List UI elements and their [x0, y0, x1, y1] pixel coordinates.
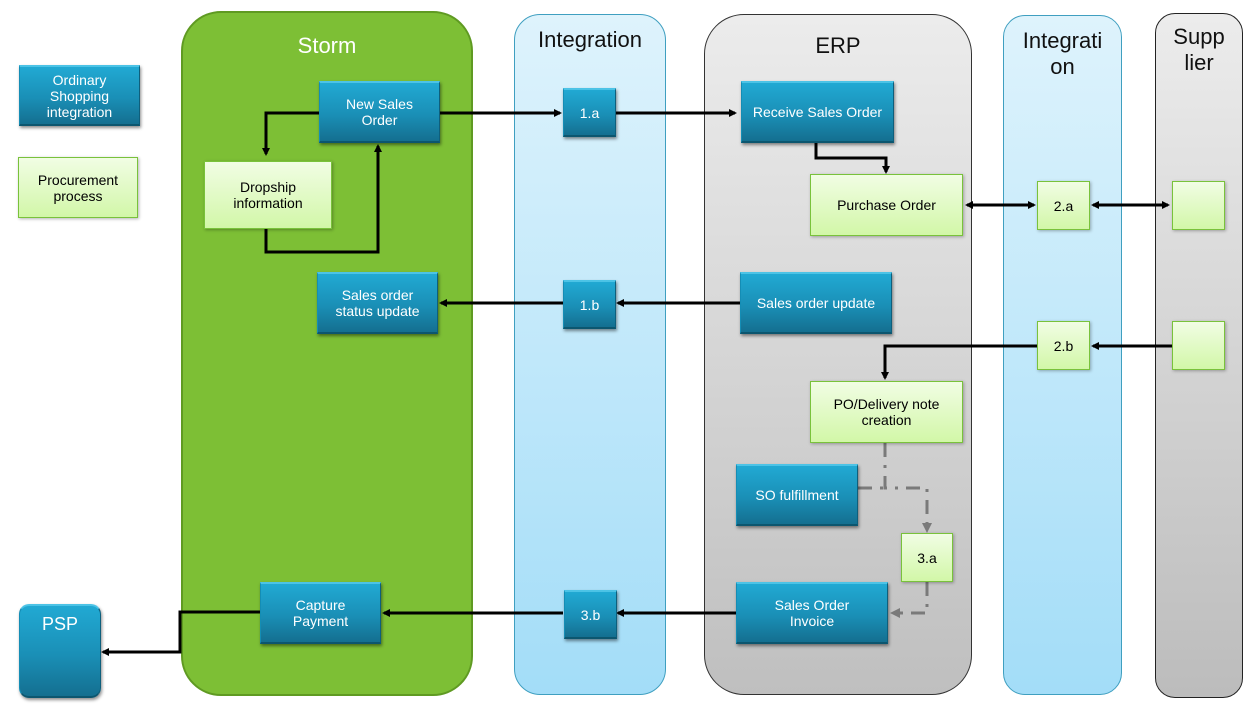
node-label: 2.b: [1053, 337, 1074, 354]
lane-title-integration: Integration: [538, 27, 642, 52]
legend-label: Procurement process: [37, 171, 119, 204]
node-label: PSP: [41, 614, 79, 634]
node-sales-order-invoice[interactable]: Sales Order Invoice: [736, 582, 888, 644]
node-po-delivery-note-creation[interactable]: PO/Delivery note creation: [810, 381, 963, 443]
node-step-1b[interactable]: 1.b: [563, 280, 616, 329]
node-so-fulfillment[interactable]: SO fulfillment: [736, 464, 858, 526]
node-step-2a[interactable]: 2.a: [1037, 181, 1090, 230]
node-label: Purchase Order: [837, 197, 936, 213]
lane-title-supplier: Supp lier: [1156, 24, 1242, 77]
node-label: Sales Order Invoice: [774, 597, 850, 629]
node-label: Sales order update: [756, 295, 876, 311]
node-sales-order-status-update[interactable]: Sales order status update: [317, 272, 438, 334]
node-label: 1.b: [579, 296, 600, 313]
node-new-sales-order[interactable]: New Sales Order: [319, 81, 440, 143]
legend-ordinary-shopping: Ordinary Shopping integration: [19, 65, 140, 126]
node-label: New Sales Order: [346, 96, 413, 128]
node-step-3a[interactable]: 3.a: [901, 533, 953, 582]
lane-title-line: lier: [1184, 50, 1214, 76]
node-psp[interactable]: PSP: [19, 604, 101, 698]
lane-title-line: on: [1050, 54, 1075, 80]
node-label: 2.a: [1053, 197, 1074, 214]
node-receive-sales-order[interactable]: Receive Sales Order: [741, 81, 894, 143]
node-label: Capture Payment: [292, 597, 349, 629]
node-step-1a[interactable]: 1.a: [563, 88, 616, 137]
node-capture-payment[interactable]: Capture Payment: [260, 582, 381, 644]
legend-label: Ordinary Shopping integration: [46, 71, 113, 120]
node-dropship-information[interactable]: Dropship information: [204, 161, 332, 229]
node-label: PO/Delivery note creation: [833, 396, 940, 428]
lane-title-storm: Storm: [297, 33, 357, 58]
node-label: 1.a: [579, 104, 600, 121]
node-label: Dropship information: [233, 179, 303, 211]
node-label: Sales order status update: [335, 287, 420, 319]
lane-title-erp: ERP: [815, 33, 861, 58]
lane-title-line: Integrati: [1022, 28, 1103, 53]
node-step-2b[interactable]: 2.b: [1037, 321, 1090, 370]
node-label: Receive Sales Order: [752, 104, 883, 120]
node-sales-order-update[interactable]: Sales order update: [740, 272, 892, 334]
node-step-3b[interactable]: 3.b: [564, 590, 617, 639]
node-label: 3.b: [580, 606, 601, 623]
lane-title-line: Supp: [1173, 24, 1225, 49]
node-label: 3.a: [917, 549, 937, 566]
node-supplier-box-2[interactable]: [1172, 321, 1225, 370]
node-label: SO fulfillment: [755, 487, 839, 503]
node-supplier-box-1[interactable]: [1172, 181, 1225, 230]
legend-procurement: Procurement process: [18, 157, 138, 218]
lane-title-integration-2: Integrati on: [1004, 28, 1121, 81]
node-purchase-order[interactable]: Purchase Order: [810, 174, 963, 236]
